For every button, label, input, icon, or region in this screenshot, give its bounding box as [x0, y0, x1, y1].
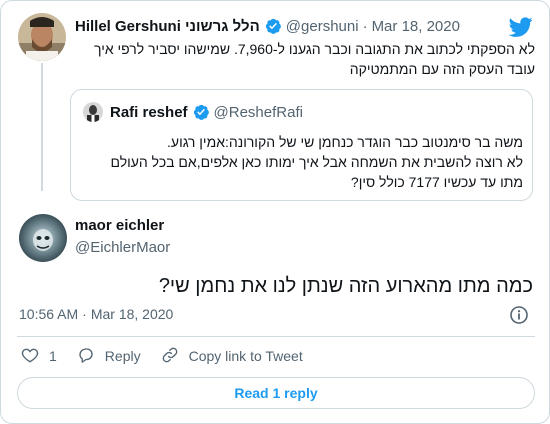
reply-tweet-text: כמה מתו מהארוע הזה שנתן לנו את נחמן שי? — [158, 275, 533, 297]
tweet-timestamp[interactable]: 10:56 AM · Mar 18, 2020 — [19, 306, 173, 322]
copy-link-button[interactable]: Copy link to Tweet — [161, 346, 303, 367]
link-icon — [161, 346, 189, 367]
parent-tweet-date[interactable]: Mar 18, 2020 — [372, 18, 460, 35]
copy-link-label: Copy link to Tweet — [188, 348, 303, 364]
tweet-time[interactable]: 10:56 AM — [19, 306, 78, 322]
quoted-author-name: Rafi reshef — [110, 103, 188, 121]
quoted-author-avatar — [83, 102, 103, 122]
tweet-actions: 1 Reply Copy link to Tweet — [21, 345, 323, 367]
heart-icon — [21, 346, 49, 367]
like-button[interactable]: 1 — [21, 346, 57, 367]
verified-badge-icon — [264, 17, 282, 35]
reply-label: Reply — [104, 348, 141, 364]
thread-connector-line — [41, 63, 43, 191]
quoted-text-line: משה בר סימנטוב כבר הוגדר כנחמן שי של הקו… — [167, 134, 523, 150]
quoted-tweet[interactable]: Rafi reshef @ReshefRafi משה בר סימנטוב כ… — [70, 89, 533, 201]
like-count: 1 — [49, 348, 57, 364]
parent-author-avatar[interactable] — [18, 13, 66, 61]
parent-author-name[interactable]: Hillel Gershuni הלל גרשוני — [75, 18, 260, 35]
parent-tweet-text: לא הספקתי לכתוב את התגובה וכבר הגענו ל-7… — [94, 41, 535, 77]
divider — [17, 336, 535, 337]
read-replies-button[interactable]: Read 1 reply — [17, 377, 535, 409]
tweet-date[interactable]: Mar 18, 2020 — [91, 306, 174, 322]
reply-button[interactable]: Reply — [77, 346, 141, 367]
info-icon[interactable] — [509, 305, 529, 325]
separator-dot: · — [82, 306, 87, 322]
parent-author-handle[interactable]: @gershuni — [286, 18, 359, 35]
separator-dot: · — [362, 17, 368, 35]
quoted-tweet-text: משה בר סימנטוב כבר הוגדר כנחמן שי של הקו… — [83, 132, 524, 192]
reply-bubble-icon — [77, 346, 105, 367]
quoted-text-line: מתו עד עכשיו 7177 כולל סין? — [350, 174, 523, 190]
reply-author-name[interactable]: maor eichler — [75, 217, 164, 234]
quoted-author-handle: @ReshefRafi — [213, 103, 303, 121]
reply-author-handle[interactable]: @EichlerMaor — [75, 239, 170, 256]
quoted-text-line: לא רוצה להשבית את השמחה אבל איך ימותו כא… — [110, 154, 524, 170]
tweet-card: Hillel Gershuni הלל גרשוני @gershuni · M… — [0, 0, 550, 424]
twitter-bird-icon[interactable] — [508, 15, 533, 39]
reply-author-avatar[interactable] — [19, 214, 67, 262]
verified-badge-icon — [192, 103, 210, 121]
